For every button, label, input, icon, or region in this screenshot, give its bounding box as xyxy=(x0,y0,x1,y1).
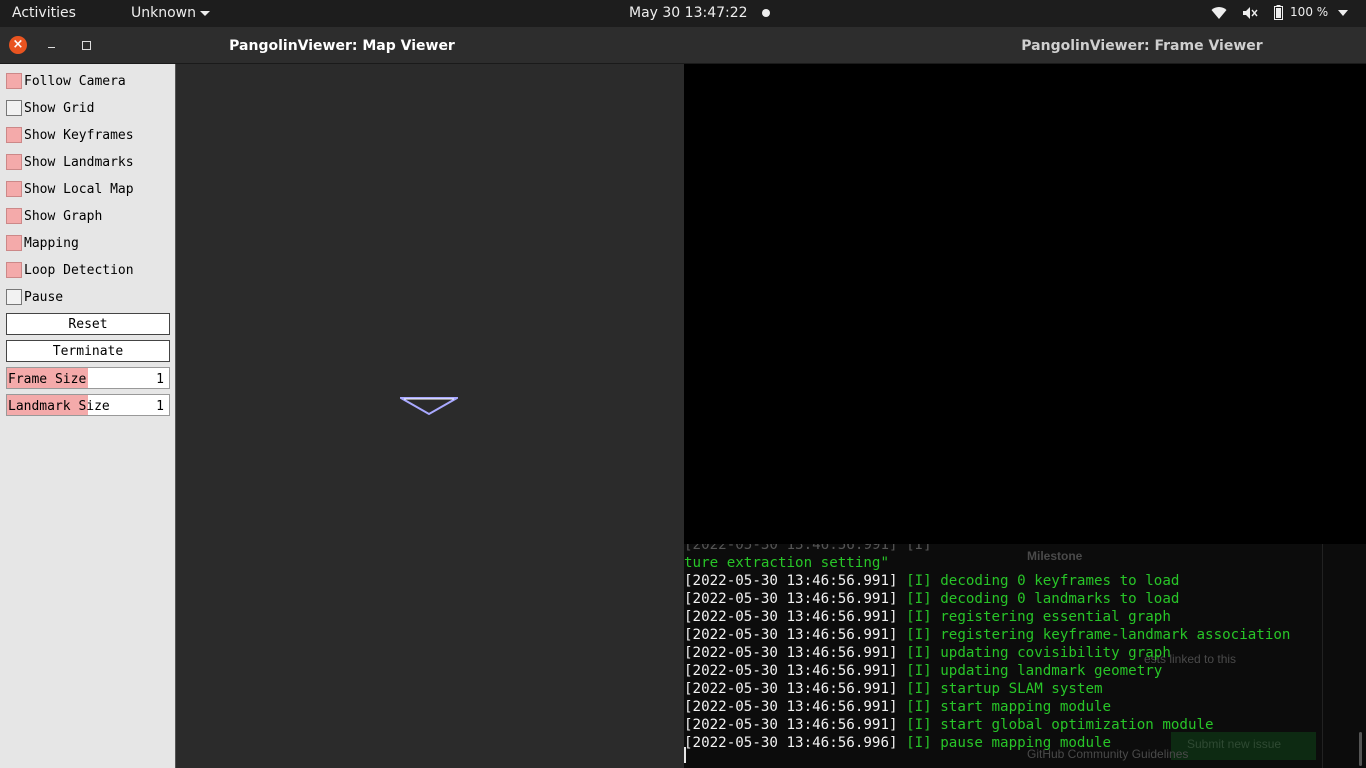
log-message: [I] startup SLAM system xyxy=(906,681,1103,697)
log-timestamp: [2022-05-30 13:46:56.991] xyxy=(684,663,898,679)
checkbox-box[interactable] xyxy=(6,208,22,224)
reset-button[interactable]: Reset xyxy=(6,313,170,335)
checkbox-follow-camera[interactable]: Follow Camera xyxy=(6,70,170,92)
log-timestamp: [2022-05-30 13:46:56.991] xyxy=(684,591,898,607)
app-menu-label: Unknown xyxy=(131,5,196,21)
system-tray[interactable]: 100 % xyxy=(1211,5,1348,20)
battery-icon xyxy=(1274,5,1284,20)
chevron-down-icon xyxy=(1338,6,1348,20)
terminal-line: [2022-05-30 13:46:56.991] [I] xyxy=(684,544,932,553)
slider-label: Landmark Size xyxy=(8,399,110,414)
checkbox-show-local-map[interactable]: Show Local Map xyxy=(6,178,170,200)
terminal-line: [2022-05-30 13:46:56.991] [I] decoding 0… xyxy=(684,590,1290,608)
terminal-line: [2022-05-30 13:46:56.991] [I] start glob… xyxy=(684,716,1290,734)
slider-value: 1 xyxy=(156,372,164,387)
window-title: PangolinViewer: Map Viewer xyxy=(229,38,455,54)
scrollbar-thumb[interactable] xyxy=(1359,732,1362,766)
checkbox-box[interactable] xyxy=(6,73,22,89)
frame-viewer-titlebar[interactable]: PangolinViewer: Frame Viewer xyxy=(684,27,1366,64)
log-message: [I] updating landmark geometry xyxy=(906,663,1163,679)
log-timestamp: [2022-05-30 13:46:56.991] xyxy=(684,645,898,661)
wifi-icon xyxy=(1211,5,1227,20)
log-message: [I] start mapping module xyxy=(906,699,1112,715)
map-viewer-titlebar[interactable]: × PangolinViewer: Map Viewer xyxy=(0,27,684,64)
terminal-line: [2022-05-30 13:46:56.991] [I] startup SL… xyxy=(684,680,1290,698)
log-message: [I] registering essential graph xyxy=(906,609,1171,625)
slider-label: Frame Size xyxy=(8,372,87,387)
log-message: [I] registering keyframe-landmark associ… xyxy=(906,627,1291,643)
checkbox-show-graph[interactable]: Show Graph xyxy=(6,205,170,227)
terminal-cursor xyxy=(684,747,686,763)
clock-label: May 30 13:47:22 xyxy=(629,5,748,21)
terminal-line: [2022-05-30 13:46:56.991] [I] registerin… xyxy=(684,626,1290,644)
checkbox-label: Mapping xyxy=(24,236,79,251)
activities-button[interactable]: Activities xyxy=(12,5,76,21)
terminal-line: [2022-05-30 13:46:56.991] [I] decoding 0… xyxy=(684,572,1290,590)
terminal-line: [2022-05-30 13:46:56.991] [I] updating l… xyxy=(684,662,1290,680)
checkbox-box[interactable] xyxy=(6,154,22,170)
terminal-line: ture extraction setting" xyxy=(684,555,889,571)
checkbox-label: Show Local Map xyxy=(24,182,134,197)
terminal-output: [2022-05-30 13:46:56.991] [I] ture extra… xyxy=(684,544,1290,752)
clock[interactable]: May 30 13:47:22 xyxy=(629,5,770,21)
checkbox-box[interactable] xyxy=(6,100,22,116)
checkbox-show-landmarks[interactable]: Show Landmarks xyxy=(6,151,170,173)
map-viewer-window: × PangolinViewer: Map Viewer Follow Came… xyxy=(0,27,684,768)
checkbox-label: Show Graph xyxy=(24,209,103,224)
checkbox-box[interactable] xyxy=(6,181,22,197)
landmark-size-slider[interactable]: Landmark Size 1 xyxy=(6,394,170,416)
map-canvas[interactable] xyxy=(176,64,684,768)
checkbox-box[interactable] xyxy=(6,127,22,143)
checkbox-label: Loop Detection xyxy=(24,263,134,278)
log-timestamp: [2022-05-30 13:46:56.991] xyxy=(684,681,898,697)
control-panel: Follow Camera Show Grid Show Keyframes S… xyxy=(0,64,176,768)
checkbox-label: Show Keyframes xyxy=(24,128,134,143)
checkbox-pause[interactable]: Pause xyxy=(6,286,170,308)
checkbox-show-grid[interactable]: Show Grid xyxy=(6,97,170,119)
checkbox-label: Follow Camera xyxy=(24,74,126,89)
volume-muted-icon xyxy=(1242,5,1258,20)
checkbox-show-keyframes[interactable]: Show Keyframes xyxy=(6,124,170,146)
battery-percent: 100 % xyxy=(1290,5,1329,19)
checkbox-mapping[interactable]: Mapping xyxy=(6,232,170,254)
log-message: [I] decoding 0 landmarks to load xyxy=(906,591,1180,607)
log-message: [I] decoding 0 keyframes to load xyxy=(906,573,1180,589)
divider xyxy=(1322,544,1323,768)
log-timestamp: [2022-05-30 13:46:56.996] xyxy=(684,735,898,751)
log-timestamp: [2022-05-30 13:46:56.991] xyxy=(684,609,898,625)
checkbox-loop-detection[interactable]: Loop Detection xyxy=(6,259,170,281)
checkbox-label: Pause xyxy=(24,290,64,305)
slider-value: 1 xyxy=(156,399,164,414)
terminal-scrollbar[interactable] xyxy=(1359,544,1362,768)
terminal-line: [2022-05-30 13:46:56.991] [I] registerin… xyxy=(684,608,1290,626)
frame-size-slider[interactable]: Frame Size 1 xyxy=(6,367,170,389)
log-timestamp: [2022-05-30 13:46:56.991] xyxy=(684,573,898,589)
checkbox-box[interactable] xyxy=(6,235,22,251)
app-menu[interactable]: Unknown xyxy=(131,5,210,21)
terminal-line: [2022-05-30 13:46:56.991] [I] updating c… xyxy=(684,644,1290,662)
frame-canvas xyxy=(684,64,1366,544)
log-message: [I] start global optimization module xyxy=(906,717,1214,733)
checkbox-label: Show Landmarks xyxy=(24,155,134,170)
terminal-line: [2022-05-30 13:46:56.991] [I] start mapp… xyxy=(684,698,1290,716)
log-timestamp: [2022-05-30 13:46:56.991] xyxy=(684,717,898,733)
terminal[interactable]: Milestone ests linked to this Submit new… xyxy=(684,544,1366,768)
notification-dot-icon xyxy=(761,9,770,17)
log-message: [I] pause mapping module xyxy=(906,735,1112,751)
window-title: PangolinViewer: Frame Viewer xyxy=(1021,38,1263,54)
log-timestamp: [2022-05-30 13:46:56.991] xyxy=(684,699,898,715)
camera-frustum-icon xyxy=(400,397,458,416)
top-bar: Activities Unknown May 30 13:47:22 100 % xyxy=(0,0,1366,27)
terminal-line: [2022-05-30 13:46:56.996] [I] pause mapp… xyxy=(684,734,1290,752)
terminate-button[interactable]: Terminate xyxy=(6,340,170,362)
log-timestamp: [2022-05-30 13:46:56.991] xyxy=(684,627,898,643)
chevron-down-icon xyxy=(200,10,210,16)
checkbox-box[interactable] xyxy=(6,262,22,278)
log-message: [I] updating covisibility graph xyxy=(906,645,1171,661)
checkbox-box[interactable] xyxy=(6,289,22,305)
checkbox-label: Show Grid xyxy=(24,101,95,116)
